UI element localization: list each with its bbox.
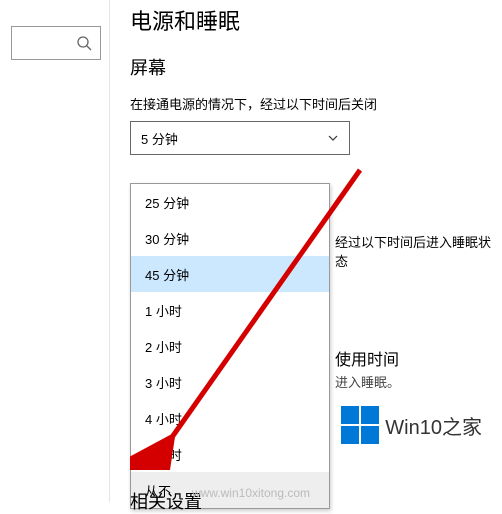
dropdown-option[interactable]: 30 分钟 (131, 220, 329, 256)
win10-logo: Win10之家 (341, 406, 482, 444)
section-screen-heading: 屏幕 (130, 54, 502, 80)
search-icon (76, 35, 92, 51)
dropdown-option[interactable]: 45 分钟 (131, 256, 329, 292)
logo-text: Win10之家 (385, 411, 482, 440)
dropdown-list: 25 分钟30 分钟45 分钟1 小时2 小时3 小时4 小时5 小时从不 (130, 183, 330, 509)
screen-off-value: 5 分钟 (141, 129, 178, 148)
chevron-down-icon (327, 132, 339, 144)
screen-off-label: 在接通电源的情况下，经过以下时间后关闭 (130, 94, 502, 113)
usage-time-text: 进入睡眠。 (335, 372, 400, 391)
dropdown-option[interactable]: 4 小时 (131, 400, 329, 436)
page-title: 电源和睡眠 (130, 4, 502, 36)
dropdown-option[interactable]: 3 小时 (131, 364, 329, 400)
dropdown-option[interactable]: 2 小时 (131, 328, 329, 364)
usage-time-heading: 使用时间 (335, 346, 399, 370)
windows-icon (341, 406, 379, 444)
screen-off-select[interactable]: 5 分钟 (130, 121, 350, 155)
dropdown-option[interactable]: 5 小时 (131, 436, 329, 472)
dropdown-option[interactable]: 25 分钟 (131, 184, 329, 220)
watermark: www.win10xitong.com (0, 486, 502, 500)
search-input[interactable] (11, 26, 101, 60)
dropdown-option[interactable]: 1 小时 (131, 292, 329, 328)
sleep-label-partial: 经过以下时间后进入睡眠状态 (335, 232, 502, 270)
